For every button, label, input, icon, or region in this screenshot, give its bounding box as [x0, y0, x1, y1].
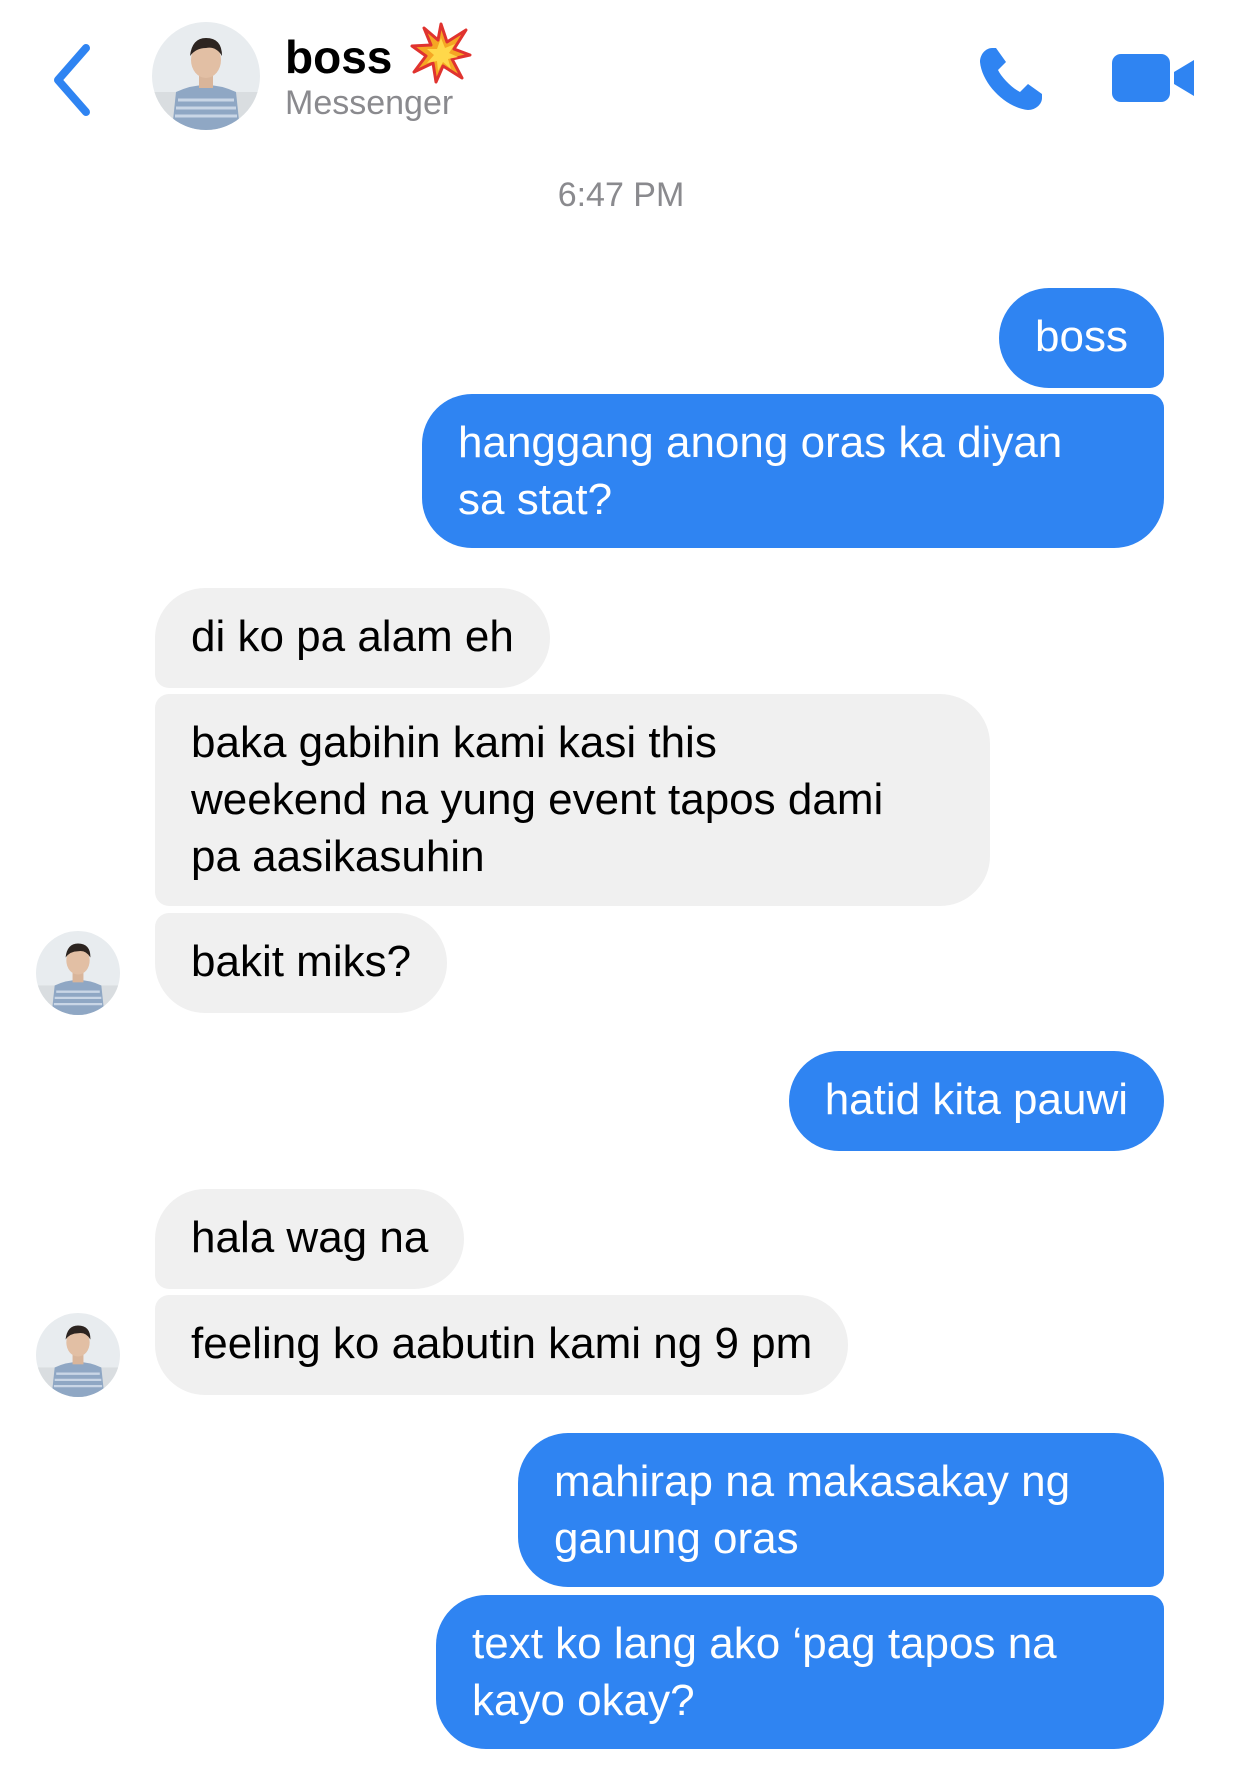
collision-icon: [410, 22, 472, 84]
contact-name[interactable]: boss: [285, 30, 392, 84]
video-camera-icon: [1112, 54, 1194, 102]
audio-call-button[interactable]: [970, 40, 1050, 120]
incoming-message[interactable]: hala wag na: [155, 1189, 465, 1289]
video-call-button[interactable]: [1110, 48, 1196, 108]
outgoing-message[interactable]: mahirap na makasakay ng ganung oras: [518, 1433, 1164, 1587]
message-timestamp: 6:47 PM: [557, 176, 685, 214]
chat-header: boss Messenger: [0, 0, 1242, 150]
contact-avatar[interactable]: [152, 22, 260, 130]
outgoing-message[interactable]: hatid kita pauwi: [788, 1051, 1164, 1151]
phone-icon: [980, 48, 1042, 110]
incoming-message[interactable]: di ko pa alam eh: [155, 588, 550, 688]
outgoing-message[interactable]: boss: [999, 288, 1164, 388]
back-button[interactable]: [48, 40, 98, 120]
outgoing-message[interactable]: hanggang anong oras ka diyan sa stat?: [422, 394, 1164, 548]
header-subtitle: Messenger: [285, 84, 454, 122]
outgoing-message[interactable]: text ko lang ako ‘pag tapos na kayo okay…: [436, 1595, 1164, 1749]
incoming-message[interactable]: bakit miks?: [155, 913, 448, 1013]
contact-avatar-small[interactable]: [36, 1313, 120, 1397]
contact-avatar-small[interactable]: [36, 931, 120, 1015]
incoming-message[interactable]: feeling ko aabutin kami ng 9 pm: [155, 1295, 849, 1395]
incoming-message[interactable]: baka gabihin kami kasi this weekend na y…: [155, 694, 990, 906]
chevron-left-icon: [54, 44, 90, 116]
